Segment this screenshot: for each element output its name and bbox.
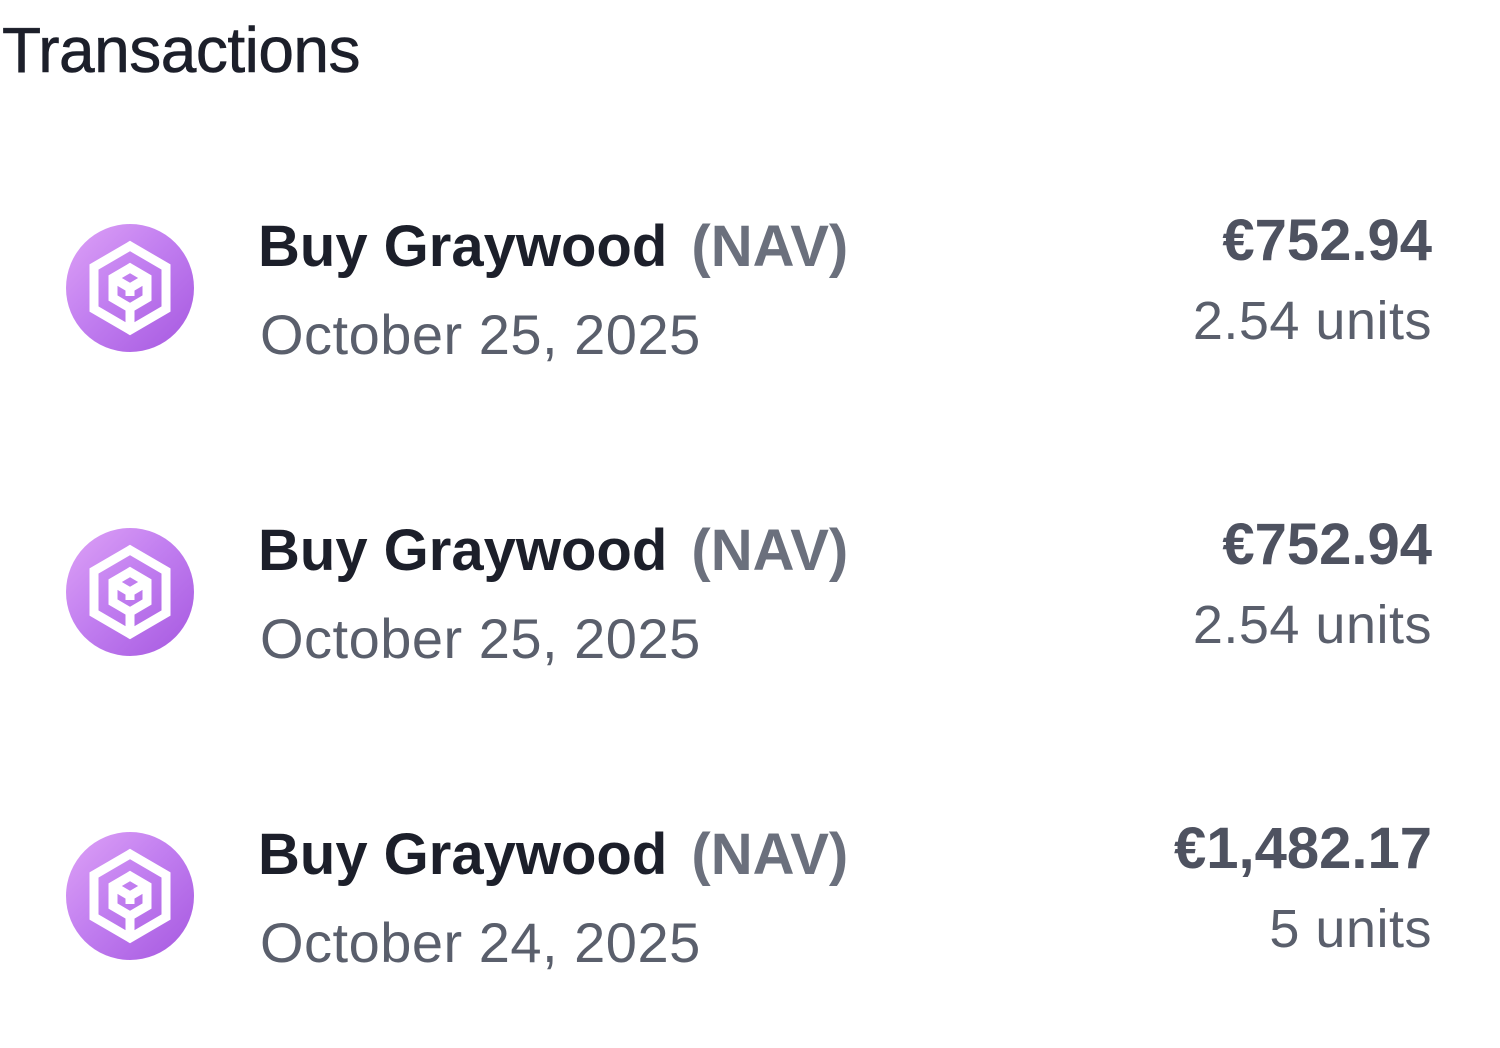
transaction-date: October 24, 2025 [260,911,701,974]
transaction-row[interactable]: Buy Graywood (NAV) October 25, 2025 €752… [0,492,1500,692]
transaction-units: 2.54 units [1192,291,1432,351]
transaction-action: Buy Graywood [258,822,668,887]
transaction-ticker: (NAV) [691,822,849,887]
transaction-row[interactable]: Buy Graywood (NAV) October 25, 2025 €752… [0,188,1500,388]
transactions-list: Buy Graywood (NAV) October 25, 2025 €752… [0,0,1500,1048]
transaction-ticker: (NAV) [691,214,849,279]
transaction-row[interactable]: Buy Graywood (NAV) October 24, 2025 €1,4… [0,796,1500,996]
transaction-units: 2.54 units [1192,595,1432,655]
transaction-title: Buy Graywood (NAV) [258,516,848,586]
transaction-amount: €752.94 [1222,512,1432,577]
transaction-title: Buy Graywood (NAV) [258,212,848,282]
graywood-fund-logo-icon [66,224,194,352]
transaction-title: Buy Graywood (NAV) [258,820,848,890]
transaction-date: October 25, 2025 [260,607,701,670]
transaction-units: 5 units [1269,899,1432,959]
transaction-ticker: (NAV) [691,518,849,583]
transaction-amount: €1,482.17 [1173,816,1432,881]
graywood-fund-logo-icon [66,832,194,960]
graywood-fund-logo-icon [66,528,194,656]
transaction-date: October 25, 2025 [260,303,701,366]
transaction-action: Buy Graywood [258,214,668,279]
transaction-amount: €752.94 [1222,208,1432,273]
transaction-action: Buy Graywood [258,518,668,583]
